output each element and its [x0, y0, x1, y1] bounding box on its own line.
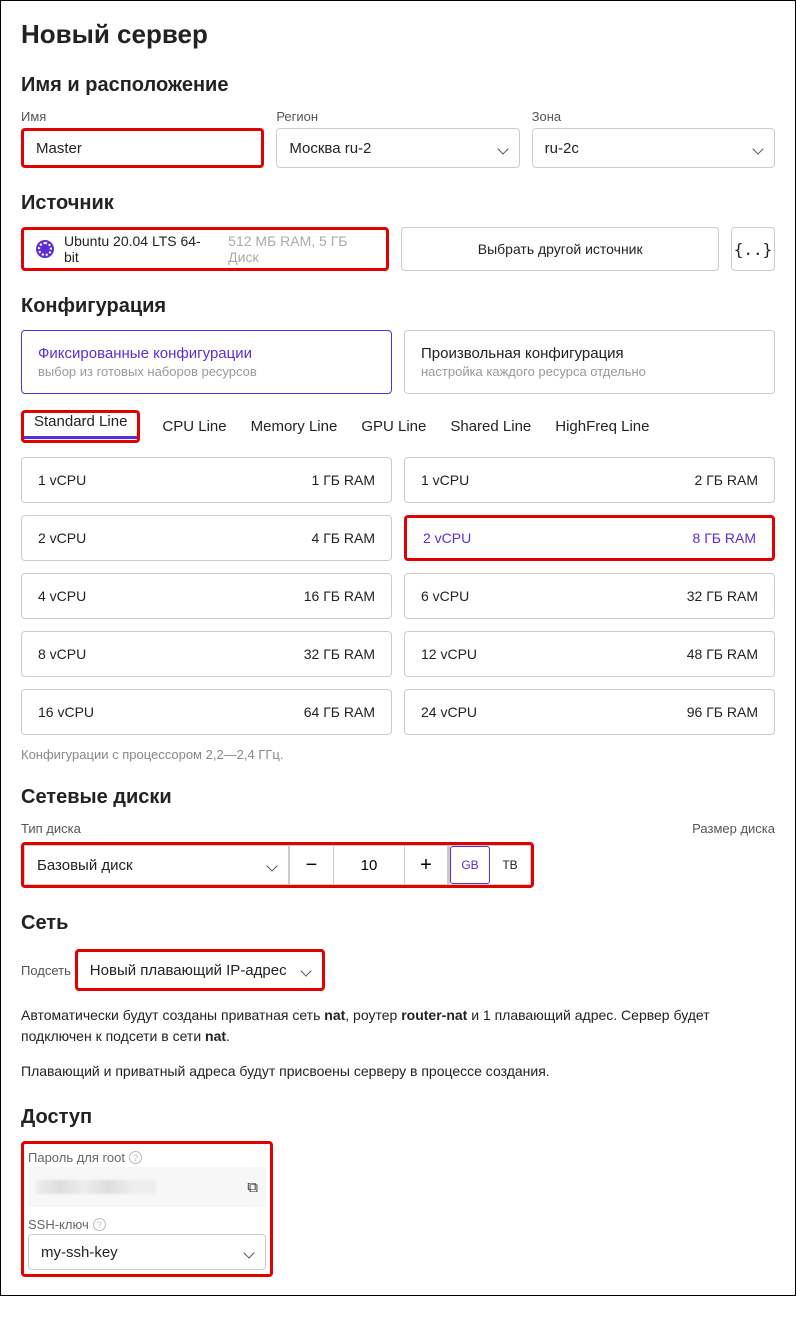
flavor-option[interactable]: 12 vCPU 48 ГБ RAM: [404, 631, 775, 677]
flavor-option[interactable]: 2 vCPU 4 ГБ RAM: [21, 515, 392, 561]
source-os: Ubuntu 20.04 LTS 64-bit: [64, 233, 208, 265]
tab-standard-line[interactable]: Standard Line: [24, 405, 137, 439]
flavor-cpu: 4 vCPU: [38, 588, 86, 604]
chevron-down-icon: [302, 962, 310, 979]
tab-gpu-line[interactable]: GPU Line: [359, 410, 428, 443]
section-source: Источник: [21, 192, 775, 215]
disk-size-stepper: − +: [289, 845, 449, 885]
chevron-down-icon: [245, 1244, 253, 1261]
flavor-cpu: 6 vCPU: [421, 588, 469, 604]
section-disks: Сетевые диски: [21, 786, 775, 809]
tab-highfreq-line[interactable]: HighFreq Line: [553, 410, 651, 443]
zone-select[interactable]: ru-2c: [532, 128, 775, 168]
chevron-down-icon: [268, 857, 276, 874]
help-icon[interactable]: ?: [129, 1151, 142, 1164]
copy-icon[interactable]: ⧉: [247, 1179, 258, 1196]
flavor-ram: 64 ГБ RAM: [304, 704, 375, 720]
subnet-select[interactable]: Новый плавающий IP-адрес: [78, 952, 322, 988]
flavor-note: Конфигурации с процессором 2,2—2,4 ГГц.: [21, 747, 775, 762]
choose-other-source-button[interactable]: Выбрать другой источник: [401, 227, 719, 271]
config-custom-card[interactable]: Произвольная конфигурация настройка кажд…: [404, 330, 775, 394]
source-reqs: 512 МБ RAM, 5 ГБ Диск: [228, 233, 374, 265]
ssh-key-select[interactable]: my-ssh-key: [28, 1234, 266, 1270]
flavor-cpu: 2 vCPU: [38, 530, 86, 546]
section-name-location: Имя и расположение: [21, 74, 775, 97]
chevron-down-icon: [754, 140, 762, 157]
flavor-option[interactable]: 1 vCPU 2 ГБ RAM: [404, 457, 775, 503]
flavor-ram: 32 ГБ RAM: [304, 646, 375, 662]
flavor-option[interactable]: 6 vCPU 32 ГБ RAM: [404, 573, 775, 619]
page-title: Новый сервер: [21, 19, 775, 50]
disk-type-select[interactable]: Базовый диск: [24, 845, 289, 885]
root-password-label: Пароль для root ?: [28, 1150, 266, 1165]
flavor-ram: 32 ГБ RAM: [687, 588, 758, 604]
tab-shared-line[interactable]: Shared Line: [448, 410, 533, 443]
flavor-option[interactable]: 2 vCPU 8 ГБ RAM: [404, 515, 775, 561]
flavor-cpu: 1 vCPU: [38, 472, 86, 488]
flavor-ram: 96 ГБ RAM: [687, 704, 758, 720]
flavor-ram: 48 ГБ RAM: [687, 646, 758, 662]
flavor-tabs: Standard Line CPU Line Memory Line GPU L…: [21, 410, 775, 443]
unit-tb[interactable]: ТВ: [490, 846, 530, 884]
source-json-button[interactable]: {..}: [731, 227, 775, 271]
disk-size-minus[interactable]: −: [290, 846, 334, 884]
flavor-cpu: 24 vCPU: [421, 704, 477, 720]
flavor-cpu: 1 vCPU: [421, 472, 469, 488]
source-selected[interactable]: Ubuntu 20.04 LTS 64-bit 512 МБ RAM, 5 ГБ…: [21, 227, 389, 271]
flavor-cpu: 12 vCPU: [421, 646, 477, 662]
flavor-ram: 4 ГБ RAM: [312, 530, 375, 546]
network-info-2: Плавающий и приватный адреса будут присв…: [21, 1061, 775, 1082]
flavor-cpu: 8 vCPU: [38, 646, 86, 662]
ssh-key-label: SSH-ключ ?: [28, 1217, 266, 1232]
subnet-label: Подсеть: [21, 963, 71, 978]
chevron-down-icon: [499, 140, 507, 157]
flavor-option[interactable]: 1 vCPU 1 ГБ RAM: [21, 457, 392, 503]
ubuntu-icon: [36, 240, 54, 258]
region-select[interactable]: Москва ru-2: [276, 128, 519, 168]
flavor-cpu: 2 vCPU: [423, 530, 471, 546]
network-info-1: Автоматически будут созданы приватная се…: [21, 1005, 775, 1047]
unit-gb[interactable]: GB: [450, 846, 490, 884]
disk-size-input[interactable]: [334, 846, 404, 884]
section-access: Доступ: [21, 1106, 775, 1129]
flavor-ram: 2 ГБ RAM: [695, 472, 758, 488]
flavor-option[interactable]: 24 vCPU 96 ГБ RAM: [404, 689, 775, 735]
region-label: Регион: [276, 109, 519, 124]
flavor-ram: 1 ГБ RAM: [312, 472, 375, 488]
flavor-ram: 8 ГБ RAM: [693, 530, 756, 546]
tab-cpu-line[interactable]: CPU Line: [160, 410, 228, 443]
section-configuration: Конфигурация: [21, 295, 775, 318]
flavor-option[interactable]: 8 vCPU 32 ГБ RAM: [21, 631, 392, 677]
zone-label: Зона: [532, 109, 775, 124]
flavor-cpu: 16 vCPU: [38, 704, 94, 720]
section-network: Сеть: [21, 912, 775, 935]
flavor-option[interactable]: 4 vCPU 16 ГБ RAM: [21, 573, 392, 619]
help-icon[interactable]: ?: [93, 1218, 106, 1231]
name-label: Имя: [21, 109, 264, 124]
root-password-value: [36, 1180, 156, 1194]
flavor-option[interactable]: 16 vCPU 64 ГБ RAM: [21, 689, 392, 735]
config-fixed-card[interactable]: Фиксированные конфигурации выбор из гото…: [21, 330, 392, 394]
disk-type-label: Тип диска: [21, 821, 680, 836]
disk-size-plus[interactable]: +: [404, 846, 448, 884]
name-input[interactable]: Master: [21, 128, 264, 168]
tab-memory-line[interactable]: Memory Line: [249, 410, 340, 443]
flavor-ram: 16 ГБ RAM: [304, 588, 375, 604]
disk-size-label: Размер диска: [692, 821, 775, 836]
